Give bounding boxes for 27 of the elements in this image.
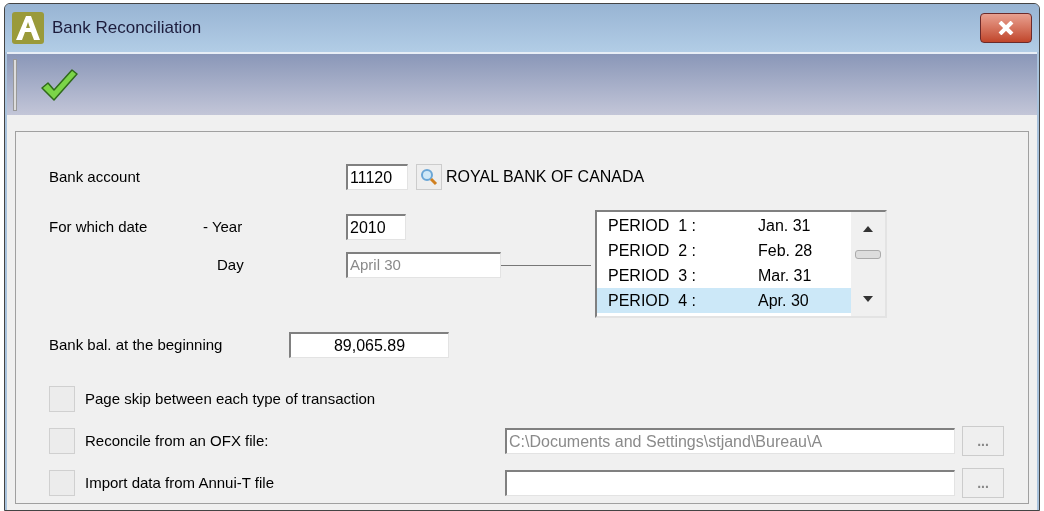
option-label: Reconcile from an OFX file:: [85, 430, 270, 451]
field-label: Day: [217, 254, 245, 275]
field-label: Bank bal. at the beginning: [49, 334, 224, 355]
window-title: Bank Reconciliation: [52, 17, 202, 40]
year-field[interactable]: 2010: [346, 214, 406, 240]
scroll-up-icon: [863, 226, 873, 232]
field-label: Bank account: [49, 166, 141, 187]
account-number-field[interactable]: 11120: [346, 164, 408, 190]
checkbox[interactable]: [49, 386, 75, 412]
field-label: For which date: [49, 216, 149, 237]
field-label: - Year: [203, 216, 244, 237]
magnifier-icon: [420, 168, 438, 186]
scroll-thumb[interactable]: [855, 249, 881, 259]
app-logo-icon: [12, 12, 44, 44]
account-name: ROYAL BANK OF CANADA: [446, 167, 645, 187]
option-label: Import data from Annui-T file: [85, 472, 275, 493]
close-button[interactable]: [980, 13, 1032, 43]
lookup-button[interactable]: [416, 164, 442, 190]
scroll-down-icon: [863, 296, 873, 302]
balance-field[interactable]: 89,065.89: [289, 332, 449, 358]
file-path-field[interactable]: [505, 470, 955, 496]
close-icon: [997, 21, 1015, 35]
period-item[interactable]: PERIOD 4 : Apr. 30: [597, 288, 851, 313]
check-icon: [40, 67, 78, 102]
option-label: Page skip between each type of transaction: [85, 388, 377, 409]
scrollbar[interactable]: [851, 212, 885, 316]
checkbox[interactable]: [49, 470, 75, 496]
